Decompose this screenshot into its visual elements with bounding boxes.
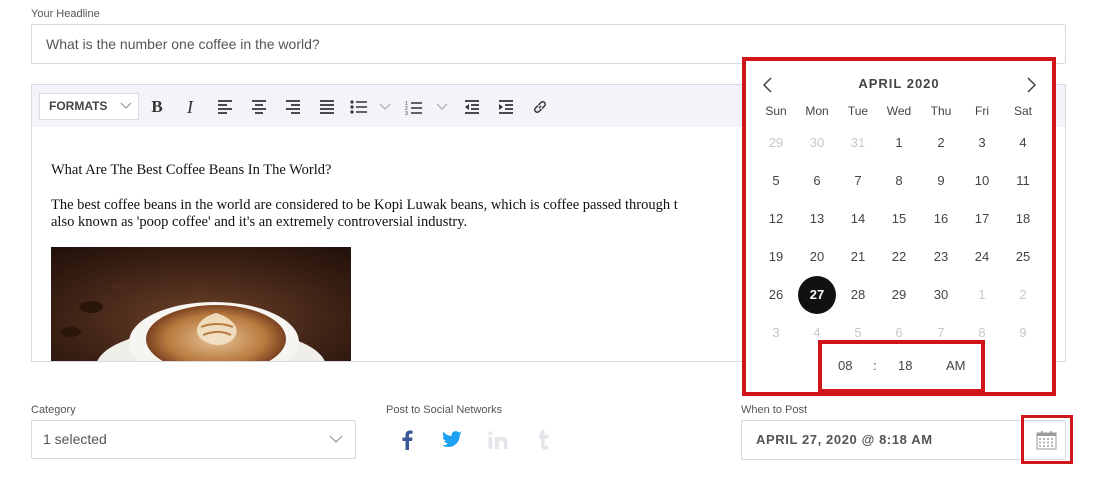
calendar-day[interactable]: 2 bbox=[923, 125, 959, 161]
calendar-day[interactable]: 30 bbox=[923, 277, 959, 313]
numbered-list-icon[interactable]: 123 bbox=[404, 97, 424, 117]
calendar-day[interactable]: 14 bbox=[840, 201, 876, 237]
calendar-day[interactable]: 5 bbox=[758, 163, 794, 199]
time-separator: : bbox=[873, 358, 877, 373]
social-label: Post to Social Networks bbox=[386, 404, 503, 416]
calendar-day[interactable]: 25 bbox=[1005, 239, 1041, 275]
calendar-day[interactable]: 29 bbox=[881, 277, 917, 313]
paragraph-line: The best coffee beans in the world are c… bbox=[51, 197, 678, 213]
calendar-button[interactable] bbox=[1021, 415, 1073, 464]
formats-dropdown[interactable]: FORMATS bbox=[39, 93, 139, 120]
weekday-label: Thu bbox=[930, 104, 952, 118]
date-picker-popup: APRIL 2020 Sun Mon Tue Wed Thu Fri Sat 29 30 31 1… bbox=[742, 57, 1056, 396]
chevron-down-icon[interactable] bbox=[378, 97, 392, 117]
chevron-down-icon[interactable] bbox=[435, 97, 449, 117]
minute-field[interactable]: 18 bbox=[898, 358, 912, 373]
weekday-label: Wed bbox=[886, 104, 912, 118]
calendar-day[interactable]: 12 bbox=[758, 201, 794, 237]
calendar-day[interactable]: 24 bbox=[964, 239, 1000, 275]
calendar-day[interactable]: 26 bbox=[758, 277, 794, 313]
calendar-day[interactable]: 8 bbox=[881, 163, 917, 199]
ampm-toggle[interactable]: AM bbox=[946, 358, 966, 373]
calendar-day[interactable]: 1 bbox=[881, 125, 917, 161]
align-center-icon[interactable] bbox=[249, 97, 269, 117]
weekday-label: Sun bbox=[765, 104, 787, 118]
calendar-day[interactable]: 17 bbox=[964, 201, 1000, 237]
calendar-day[interactable]: 2 bbox=[1005, 277, 1041, 313]
link-icon[interactable] bbox=[530, 97, 550, 117]
calendar-day[interactable]: 31 bbox=[840, 125, 876, 161]
content-heading: What Are The Best Coffee Beans In The Wo… bbox=[51, 162, 332, 178]
calendar-day[interactable]: 22 bbox=[881, 239, 917, 275]
chevron-down-icon bbox=[120, 102, 132, 109]
twitter-icon[interactable] bbox=[440, 428, 464, 452]
italic-button[interactable]: I bbox=[180, 97, 200, 117]
coffee-image bbox=[51, 247, 351, 361]
calendar-icon bbox=[1036, 431, 1057, 450]
calendar-day[interactable]: 3 bbox=[758, 315, 794, 351]
calendar-day[interactable]: 21 bbox=[840, 239, 876, 275]
time-selector[interactable]: 08 : 18 AM bbox=[818, 340, 985, 393]
when-to-post-label: When to Post bbox=[741, 404, 808, 416]
formats-label: FORMATS bbox=[49, 99, 108, 113]
tumblr-icon[interactable] bbox=[532, 428, 556, 452]
content-paragraph: The best coffee beans in the world are c… bbox=[51, 197, 678, 231]
schedule-datetime-input[interactable]: APRIL 27, 2020 @ 8:18 AM bbox=[741, 420, 1066, 460]
calendar-day[interactable]: 23 bbox=[923, 239, 959, 275]
indent-icon[interactable] bbox=[496, 97, 516, 117]
calendar-day[interactable]: 9 bbox=[923, 163, 959, 199]
weekday-label: Mon bbox=[805, 104, 829, 118]
calendar-day[interactable]: 19 bbox=[758, 239, 794, 275]
chevron-right-icon[interactable] bbox=[1024, 77, 1038, 93]
weekday-label: Tue bbox=[847, 104, 869, 118]
calendar-day[interactable]: 30 bbox=[799, 125, 835, 161]
calendar-day[interactable]: 18 bbox=[1005, 201, 1041, 237]
paragraph-line: also known as 'poop coffee' and it's an … bbox=[51, 214, 468, 230]
chevron-down-icon bbox=[329, 435, 343, 443]
calendar-day[interactable]: 9 bbox=[1005, 315, 1041, 351]
calendar-day[interactable]: 10 bbox=[964, 163, 1000, 199]
align-justify-icon[interactable] bbox=[317, 97, 337, 117]
weekday-label: Fri bbox=[975, 104, 989, 118]
calendar-day[interactable]: 13 bbox=[799, 201, 835, 237]
calendar-day[interactable]: 29 bbox=[758, 125, 794, 161]
calendar-day[interactable]: 7 bbox=[840, 163, 876, 199]
category-select[interactable]: 1 selected bbox=[31, 420, 356, 459]
weekday-label: Sat bbox=[1013, 104, 1032, 118]
outdent-icon[interactable] bbox=[462, 97, 482, 117]
calendar-day[interactable]: 4 bbox=[1005, 125, 1041, 161]
facebook-icon[interactable] bbox=[395, 428, 419, 452]
calendar-day[interactable]: 3 bbox=[964, 125, 1000, 161]
category-value: 1 selected bbox=[43, 431, 107, 447]
bold-button[interactable]: B bbox=[147, 97, 167, 117]
linkedin-icon[interactable] bbox=[486, 428, 510, 452]
calendar-day[interactable]: 28 bbox=[840, 277, 876, 313]
calendar-day[interactable]: 6 bbox=[799, 163, 835, 199]
svg-text:3: 3 bbox=[405, 111, 408, 115]
calendar-day[interactable]: 20 bbox=[799, 239, 835, 275]
category-label: Category bbox=[31, 404, 76, 416]
calendar-day[interactable]: 1 bbox=[964, 277, 1000, 313]
month-title: APRIL 2020 bbox=[858, 76, 940, 91]
calendar-day[interactable]: 15 bbox=[881, 201, 917, 237]
align-left-icon[interactable] bbox=[215, 97, 235, 117]
selected-day[interactable]: 27 bbox=[798, 276, 836, 314]
bullet-list-icon[interactable] bbox=[349, 97, 369, 117]
align-right-icon[interactable] bbox=[283, 97, 303, 117]
calendar-day[interactable]: 16 bbox=[923, 201, 959, 237]
calendar-day[interactable]: 11 bbox=[1005, 163, 1041, 199]
headline-label: Your Headline bbox=[31, 8, 100, 20]
hour-field[interactable]: 08 bbox=[838, 358, 852, 373]
